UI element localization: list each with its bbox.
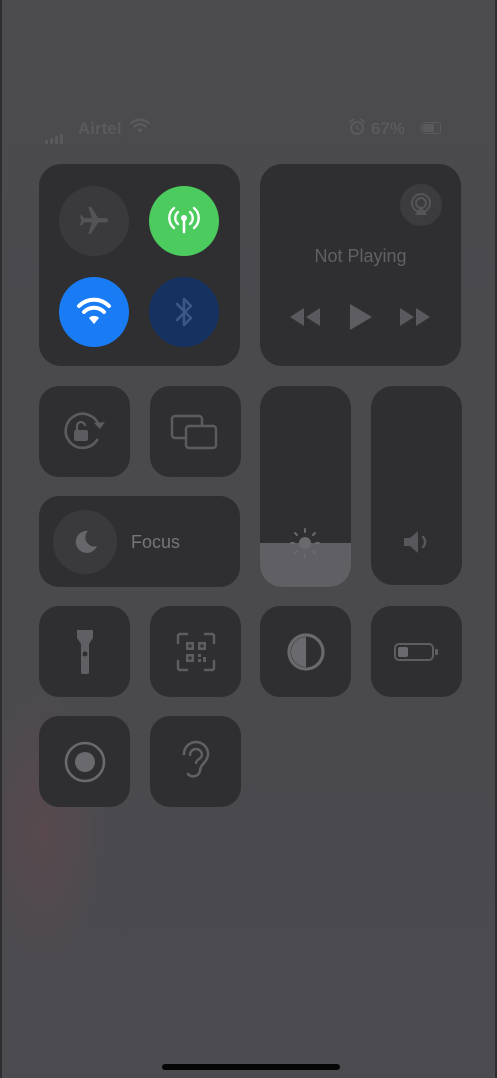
wifi-status-icon — [130, 118, 150, 139]
home-indicator[interactable] — [162, 1064, 340, 1070]
rotation-lock-icon — [61, 410, 107, 452]
airplay-button[interactable] — [400, 184, 442, 226]
wifi-icon — [76, 297, 112, 327]
airplane-mode-toggle[interactable] — [59, 186, 129, 256]
volume-slider[interactable] — [371, 386, 462, 585]
rotation-lock-button[interactable] — [39, 386, 130, 477]
dark-mode-button[interactable] — [260, 606, 351, 697]
control-center-screen: Airtel 67% Not Playing Focus — [0, 0, 497, 1078]
dark-mode-icon — [285, 631, 327, 673]
wifi-toggle[interactable] — [59, 277, 129, 347]
airplay-icon — [408, 192, 434, 218]
moon-icon — [70, 527, 100, 557]
flashlight-icon — [75, 628, 95, 676]
low-power-mode-button[interactable] — [371, 606, 462, 697]
connectivity-module — [39, 164, 240, 366]
hearing-button[interactable] — [150, 716, 241, 807]
fast-forward-icon[interactable] — [398, 306, 432, 328]
screen-recording-button[interactable] — [39, 716, 130, 807]
qr-scanner-icon — [176, 632, 216, 672]
screen-record-icon — [63, 740, 107, 784]
low-power-battery-icon — [393, 642, 439, 662]
focus-moon-circle — [53, 510, 117, 574]
bluetooth-toggle[interactable] — [149, 277, 219, 347]
volume-speaker-icon — [401, 528, 433, 556]
cellular-data-toggle[interactable] — [149, 186, 219, 256]
carrier-label: Airtel — [78, 119, 122, 138]
alarm-icon — [348, 118, 366, 141]
cellular-antenna-icon — [167, 204, 201, 238]
screen-mirroring-button[interactable] — [150, 386, 241, 477]
airplane-icon — [77, 204, 111, 238]
battery-percentage: 67% — [371, 119, 406, 138]
signal-strength-icon — [45, 124, 65, 144]
now-playing-label: Not Playing — [314, 246, 407, 266]
flashlight-button[interactable] — [39, 606, 130, 697]
now-playing-module: Not Playing — [260, 164, 461, 366]
hearing-ear-icon — [180, 738, 212, 784]
brightness-slider[interactable] — [260, 386, 351, 587]
battery-status-icon — [421, 122, 441, 134]
rewind-icon[interactable] — [288, 306, 322, 328]
focus-label: Focus — [131, 532, 181, 552]
qr-scanner-button[interactable] — [150, 606, 241, 697]
brightness-sun-icon — [288, 526, 322, 560]
focus-button[interactable]: Focus — [39, 496, 240, 587]
screen-mirroring-icon — [170, 414, 220, 450]
bluetooth-icon — [171, 294, 197, 330]
status-bar: Airtel 67% — [2, 116, 495, 144]
play-icon[interactable] — [348, 302, 374, 332]
